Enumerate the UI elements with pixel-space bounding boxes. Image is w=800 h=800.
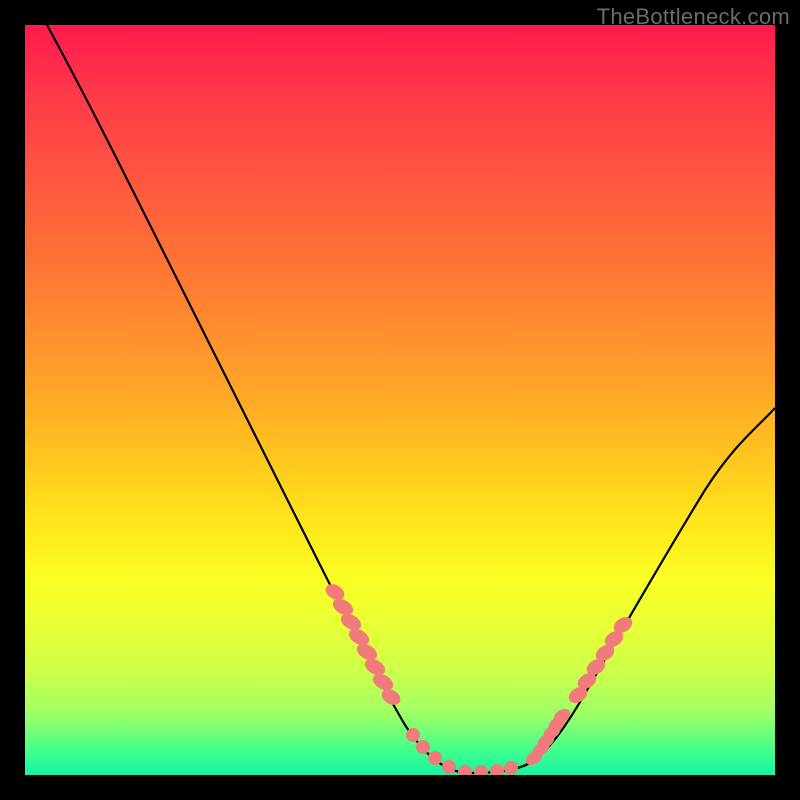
watermark-text: TheBottleneck.com [597,4,790,30]
left-slope-markers [323,581,403,708]
chart-svg [25,25,775,775]
plot-area [25,25,775,775]
bottleneck-curve [47,25,775,773]
right-dense-markers [523,706,573,768]
valley-markers [406,728,518,775]
outer-frame: TheBottleneck.com [0,0,800,800]
right-slope-markers [566,614,635,706]
